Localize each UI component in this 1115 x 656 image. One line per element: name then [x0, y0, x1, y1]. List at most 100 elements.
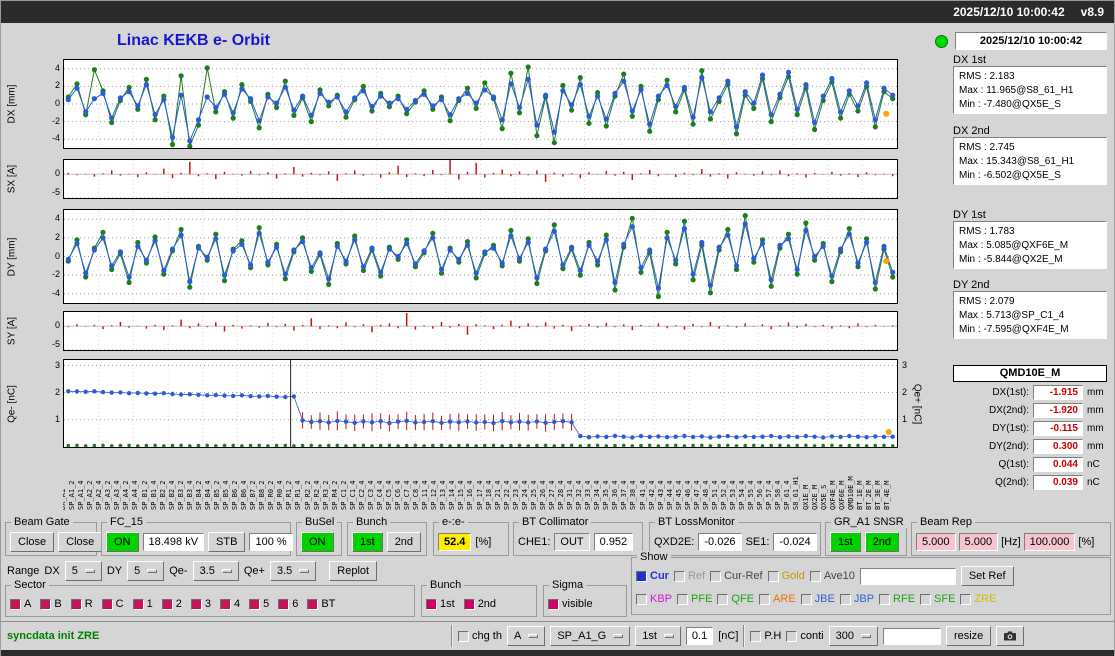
show-rfe-item[interactable]: RFE [879, 593, 915, 605]
beam-gate-close-button-2[interactable]: Close [58, 532, 103, 552]
fc15-stb-button[interactable]: STB [208, 532, 246, 552]
range-dx-dropdown[interactable]: 5 [64, 561, 102, 581]
sigma-visible-item[interactable]: visible [548, 598, 593, 610]
set-ref-button[interactable]: Set Ref [960, 566, 1014, 586]
bunch-1st-checkbox[interactable] [426, 598, 437, 610]
qfe-checkbox[interactable] [717, 593, 729, 605]
range-qep-dropdown[interactable]: 3.5 [269, 561, 317, 581]
snapshot-button[interactable] [996, 626, 1025, 646]
y-tick-label: 4 [54, 62, 60, 73]
gr-sensor-2nd-button[interactable]: 2nd [864, 532, 900, 552]
sector-item-b[interactable]: B [40, 598, 62, 610]
bpm-label: BT_3E_M [873, 480, 882, 510]
show-are-item[interactable]: ARE [759, 593, 796, 605]
range-row: Range DX 5 DY 5 Qe- 3.5 Qe+ 3.5 Replot [7, 560, 378, 582]
are-checkbox[interactable] [759, 593, 771, 605]
show-kbp-item[interactable]: KBP [636, 593, 672, 605]
sfe-checkbox[interactable] [920, 593, 932, 605]
sector-item-6[interactable]: 6 [278, 598, 298, 610]
resize-button[interactable]: resize [945, 626, 992, 646]
sector-4-checkbox[interactable] [219, 598, 231, 610]
ref-checkbox[interactable] [673, 570, 685, 582]
show-ave10-item[interactable]: Ave10 [809, 570, 855, 582]
set-ref-input[interactable] [859, 567, 956, 585]
bunch-1st-item[interactable]: 1st [426, 598, 455, 610]
cur-checkbox[interactable] [636, 570, 647, 582]
sector-item-a[interactable]: A [10, 598, 31, 610]
replot-button[interactable]: Replot [329, 561, 378, 581]
show-cur-ref-item[interactable]: Cur-Ref [710, 570, 763, 582]
show-qfe-item[interactable]: QFE [717, 593, 754, 605]
sector-item-r[interactable]: R [70, 598, 93, 610]
sector-6-checkbox[interactable] [278, 598, 290, 610]
show-ref-item[interactable]: Ref [673, 570, 705, 582]
count-dropdown[interactable]: 300 [828, 626, 878, 646]
sector-1-checkbox[interactable] [132, 598, 144, 610]
show-sfe-item[interactable]: SFE [920, 593, 955, 605]
jbe-checkbox[interactable] [800, 593, 812, 605]
show-gold-item[interactable]: Gold [767, 570, 805, 582]
separator [451, 625, 453, 647]
sector-3-checkbox[interactable] [190, 598, 202, 610]
range-qem-dropdown[interactable]: 3.5 [192, 561, 239, 581]
pfe-checkbox[interactable] [677, 593, 689, 605]
sector-item-4[interactable]: 4 [219, 598, 240, 610]
bunch-filter-group: Bunch 1st 2nd [421, 579, 537, 617]
mode-dropdown[interactable]: A [506, 626, 546, 646]
bunch-dropdown[interactable]: 1st [635, 626, 681, 646]
chg-th-item[interactable]: chg th [458, 630, 502, 642]
show-zre-item[interactable]: ZRE [960, 593, 996, 605]
monitor-row: DX(2nd): -1.920 mm [953, 403, 1107, 418]
ph-checkbox[interactable] [750, 630, 762, 642]
bpm-label: SP_32_4 [575, 480, 584, 510]
sector-item-3[interactable]: 3 [190, 598, 211, 610]
stat-max: Max : 5.085@QXF6E_M [959, 239, 1069, 251]
ave10-checkbox[interactable] [809, 570, 821, 582]
sector-2-checkbox[interactable] [161, 598, 173, 610]
fc15-on-button[interactable]: ON [106, 532, 139, 552]
sigma-visible-checkbox[interactable] [548, 598, 559, 610]
show-cur-item[interactable]: Cur [636, 570, 669, 582]
sector-5-checkbox[interactable] [249, 598, 261, 610]
cur-ref-checkbox[interactable] [710, 570, 722, 582]
show-jbp-item[interactable]: JBP [839, 593, 874, 605]
ph-item[interactable]: P.H [750, 630, 781, 642]
jbp-checkbox[interactable] [839, 593, 851, 605]
aux-input[interactable] [882, 627, 941, 645]
beam-gate-close-button-1[interactable]: Close [10, 532, 55, 552]
show-jbe-item[interactable]: JBE [800, 593, 835, 605]
sector-item-bt[interactable]: BT [307, 598, 335, 610]
conti-item[interactable]: conti [786, 630, 824, 642]
device-dropdown[interactable]: SP_A1_G [550, 626, 631, 646]
range-dy-dropdown[interactable]: 5 [127, 561, 165, 581]
sector-c-checkbox[interactable] [101, 598, 113, 610]
bpm-label: SP_B8_2 [258, 480, 267, 510]
sector-b-checkbox[interactable] [40, 598, 52, 610]
gold-checkbox[interactable] [767, 570, 779, 582]
sector-item-c[interactable]: C [101, 598, 124, 610]
camera-icon [1004, 631, 1017, 641]
show-pfe-item[interactable]: PFE [677, 593, 712, 605]
kbp-checkbox[interactable] [636, 593, 647, 605]
y-tick-label: 2 [54, 80, 60, 91]
bunch-2nd-item[interactable]: 2nd [463, 598, 496, 610]
rfe-checkbox[interactable] [879, 593, 891, 605]
sector-item-2[interactable]: 2 [161, 598, 182, 610]
sector-item-5[interactable]: 5 [249, 598, 269, 610]
bunch-2nd-button[interactable]: 2nd [386, 532, 422, 552]
conti-checkbox[interactable] [786, 630, 798, 642]
bunch-2nd-checkbox[interactable] [463, 598, 475, 610]
sector-a-checkbox[interactable] [10, 598, 21, 610]
beam-rep-group-label: Beam Rep [917, 516, 975, 528]
zre-checkbox[interactable] [960, 593, 972, 605]
chg-th-checkbox[interactable] [458, 630, 469, 642]
separator [743, 625, 746, 647]
bpm-label: SP_23_4 [511, 480, 520, 510]
sector-bt-checkbox[interactable] [307, 598, 319, 610]
bpm-label: SP_56_4 [756, 480, 765, 510]
gr-sensor-1st-button[interactable]: 1st [830, 532, 861, 552]
sector-r-checkbox[interactable] [70, 598, 82, 610]
sector-item-1[interactable]: 1 [132, 598, 153, 610]
busel-on-button[interactable]: ON [301, 532, 334, 552]
bunch-1st-button[interactable]: 1st [352, 532, 383, 552]
